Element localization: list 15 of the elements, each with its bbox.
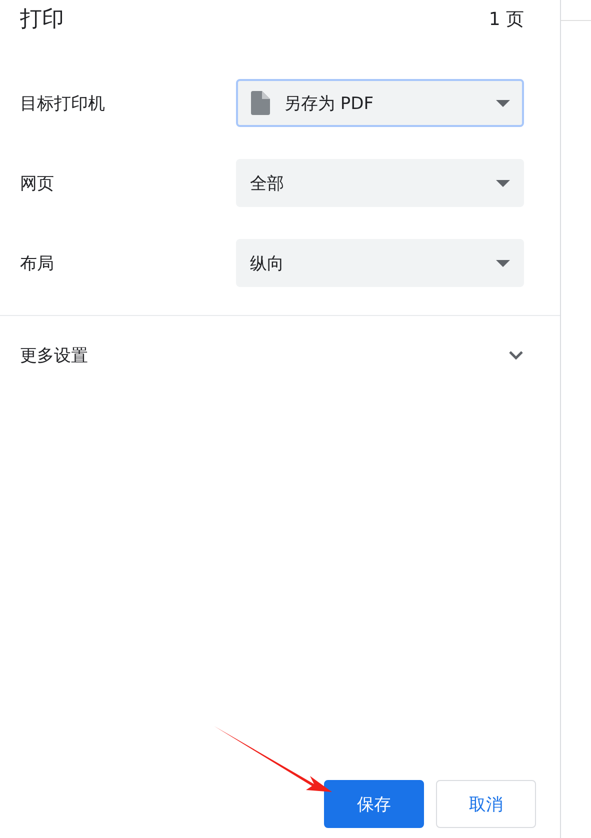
- dropdown[interactable]: 全部: [236, 159, 524, 207]
- dialog-title: 打印: [20, 6, 64, 34]
- more-settings-toggle[interactable]: 更多设置: [0, 342, 560, 368]
- setting-label: 网页: [20, 172, 55, 194]
- caret-icon: [496, 260, 510, 266]
- setting-label: 目标打印机: [20, 92, 106, 114]
- page-count: 1 页: [488, 8, 524, 31]
- caret-icon: [496, 100, 510, 106]
- cancel-button[interactable]: 取消: [436, 780, 536, 828]
- dropdown[interactable]: 纵向: [236, 239, 524, 287]
- caret-icon: [496, 180, 510, 186]
- setting-label: 布局: [20, 252, 55, 274]
- document-icon: [250, 91, 270, 115]
- save-button[interactable]: 保存: [324, 780, 424, 828]
- dropdown[interactable]: 另存为 PDF: [236, 79, 524, 127]
